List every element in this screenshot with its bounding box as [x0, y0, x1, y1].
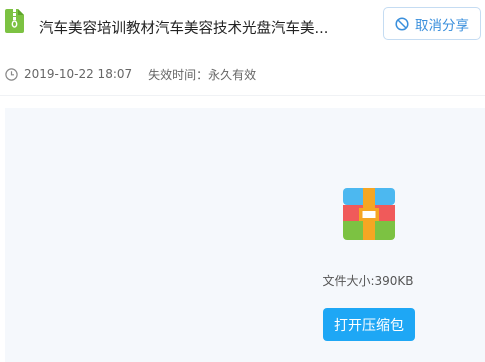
- share-time: 2019-10-22 18:07: [24, 67, 133, 81]
- cancel-share-button[interactable]: 取消分享: [383, 7, 481, 40]
- open-archive-button[interactable]: 打开压缩包: [323, 308, 415, 341]
- cancel-share-label: 取消分享: [415, 17, 469, 34]
- expiry-text: 失效时间：永久有效: [148, 67, 257, 82]
- share-header: 汽车美容培训教材汽车美容技术光盘汽车美... 取消分享: [0, 0, 485, 56]
- file-title: 汽车美容培训教材汽车美容技术光盘汽车美...: [39, 21, 329, 37]
- archive-box-icon: [343, 188, 395, 240]
- share-meta: 2019-10-22 18:07 失效时间：永久有效: [5, 66, 256, 82]
- clock-icon: [5, 67, 18, 81]
- header-divider: [0, 95, 485, 96]
- ban-icon: [395, 16, 409, 31]
- file-size: 文件大小:390KB: [322, 274, 414, 288]
- zip-file-icon: [5, 9, 24, 33]
- open-archive-label: 打开压缩包: [334, 317, 404, 334]
